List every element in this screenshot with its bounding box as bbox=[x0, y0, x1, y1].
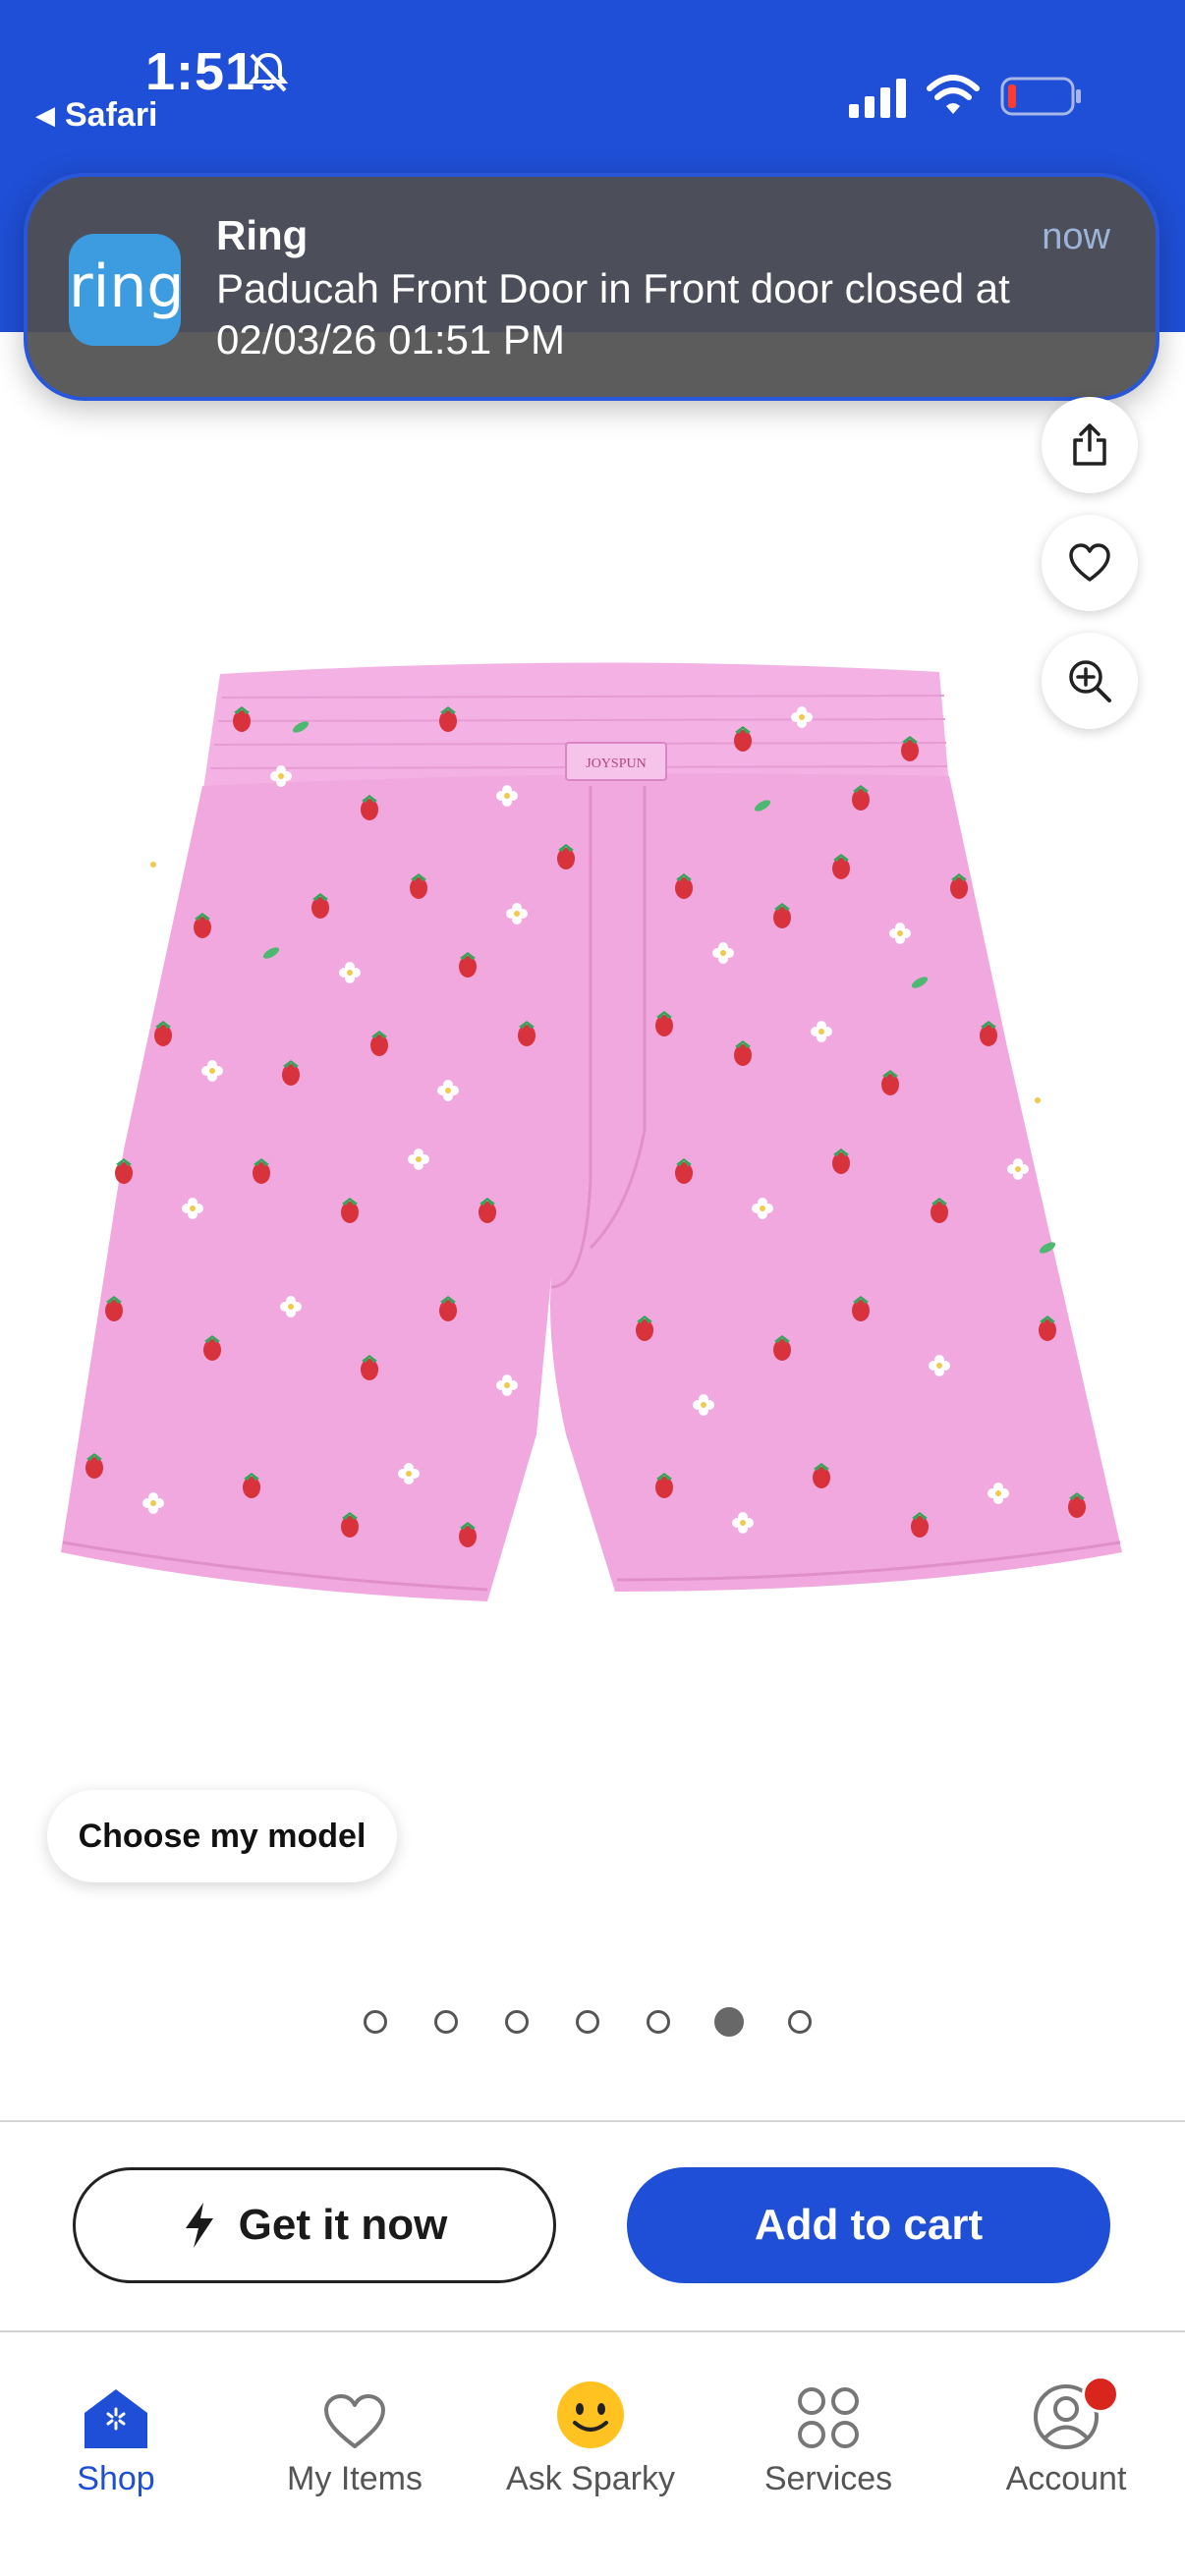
tab-account[interactable]: Account bbox=[948, 2366, 1184, 2498]
lightning-icon bbox=[185, 2203, 213, 2248]
carousel-dot[interactable] bbox=[647, 2010, 670, 2034]
heart-icon bbox=[1069, 543, 1110, 582]
product-image[interactable]: JOYSPUN bbox=[55, 658, 1136, 1621]
brand-tag: JOYSPUN bbox=[586, 756, 646, 771]
wifi-icon bbox=[927, 75, 980, 114]
notification-app-name: Ring bbox=[216, 212, 309, 258]
sparky-icon bbox=[557, 2381, 624, 2448]
share-icon bbox=[1073, 423, 1106, 466]
notification-body: Paducah Front Door in Front door closed … bbox=[216, 265, 1010, 363]
tab-ask-sparky[interactable]: Ask Sparky bbox=[473, 2366, 708, 2498]
carousel-dot[interactable] bbox=[364, 2010, 387, 2034]
silent-bell-icon bbox=[248, 52, 289, 92]
cellular-signal-icon bbox=[849, 79, 906, 118]
shop-icon bbox=[85, 2389, 147, 2448]
services-icon bbox=[798, 2387, 859, 2448]
notification-badge bbox=[1082, 2376, 1119, 2413]
heart-icon bbox=[324, 2394, 385, 2448]
carousel-dot[interactable] bbox=[505, 2010, 529, 2034]
add-to-cart-button[interactable]: Add to cart bbox=[627, 2167, 1110, 2283]
back-to-safari[interactable]: ◀ Safari bbox=[35, 96, 158, 135]
share-button[interactable] bbox=[1042, 397, 1138, 493]
tab-label: Account bbox=[1005, 2460, 1127, 2497]
tab-label: My Items bbox=[287, 2460, 423, 2497]
tab-label: Services bbox=[763, 2460, 893, 2497]
ring-app-icon: ring bbox=[69, 234, 184, 346]
tab-my-items[interactable]: My Items bbox=[237, 2366, 473, 2498]
battery-low-icon bbox=[1000, 77, 1081, 116]
status-time: 1:51 bbox=[145, 42, 256, 101]
tab-shop[interactable]: Shop bbox=[0, 2366, 234, 2498]
tab-label: Ask Sparky bbox=[506, 2460, 675, 2497]
carousel-dot[interactable] bbox=[576, 2010, 599, 2034]
carousel-dot[interactable] bbox=[434, 2010, 458, 2034]
carousel-dot-active[interactable] bbox=[714, 2007, 744, 2037]
get-it-now-button[interactable]: Get it now bbox=[73, 2167, 556, 2283]
ring-notification[interactable]: ring Ring now Paducah Front Door in Fron… bbox=[24, 173, 1159, 401]
bottom-tab-bar: Shop My Items Ask Sparky Services Accoun… bbox=[0, 2332, 1185, 2576]
back-arrow-icon: ◀ bbox=[35, 100, 55, 130]
tab-services[interactable]: Services bbox=[710, 2366, 946, 2498]
tab-label: Shop bbox=[77, 2460, 155, 2497]
carousel-dot[interactable] bbox=[788, 2010, 812, 2034]
notification-time: now bbox=[1042, 216, 1110, 257]
choose-my-model-button[interactable]: Choose my model bbox=[47, 1790, 397, 1882]
favorite-button[interactable] bbox=[1042, 515, 1138, 611]
divider bbox=[0, 2120, 1185, 2122]
